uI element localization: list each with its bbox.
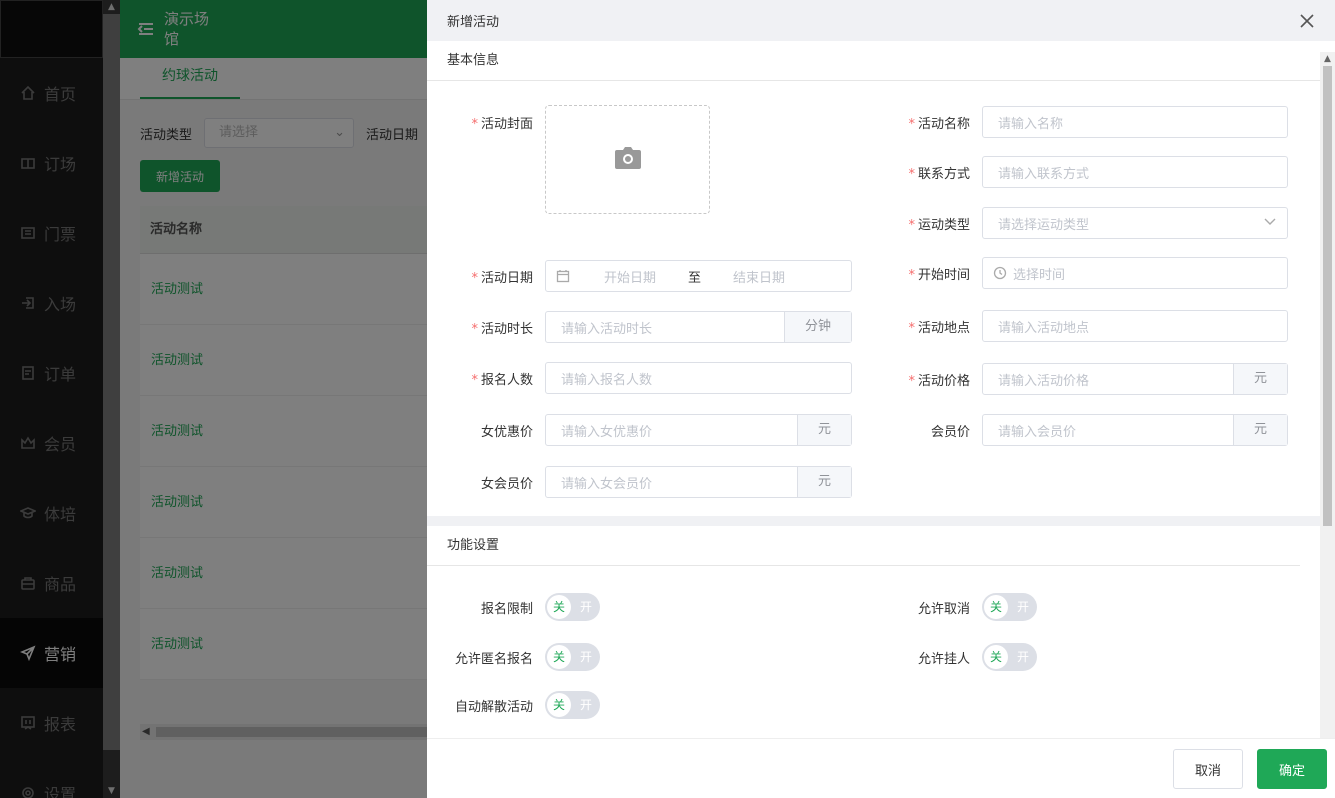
date-start: 开始日期 bbox=[604, 270, 657, 286]
section-features: 功能设置 bbox=[427, 526, 1300, 566]
allow-cancel-label: 允许取消 bbox=[917, 601, 970, 617]
switch-knob: 关 bbox=[547, 645, 571, 669]
signup-limit-switch-field: 报名限制 关 开 bbox=[427, 593, 600, 621]
allow-hold-label: 允许挂人 bbox=[917, 651, 970, 667]
allow-cancel-switch[interactable]: 关 开 bbox=[982, 593, 1037, 621]
date-end: 结束日期 bbox=[733, 270, 786, 286]
price-input[interactable]: 请输入活动价格 元 bbox=[982, 363, 1288, 395]
female-member-price-field: 女会员价 请输入女会员价 元 bbox=[427, 466, 852, 498]
female-discount-unit: 元 bbox=[797, 415, 851, 445]
calendar-icon bbox=[556, 269, 570, 283]
allow-cancel-switch-field: 允许取消 关 开 bbox=[864, 593, 1037, 621]
allow-anonymous-switch[interactable]: 关 开 bbox=[545, 643, 600, 671]
switch-knob: 关 bbox=[547, 693, 571, 717]
female-member-price-input[interactable]: 请输入女会员价 元 bbox=[545, 466, 852, 498]
scroll-up-arrow[interactable]: ▲ bbox=[1320, 52, 1335, 66]
female-member-price-label: 女会员价 bbox=[480, 476, 533, 492]
contact-label: * 联系方式 bbox=[908, 166, 970, 182]
name-field: * 活动名称 请输入名称 bbox=[864, 106, 1288, 138]
auto-dissolve-label: 自动解散活动 bbox=[454, 699, 533, 715]
cover-field: * 活动封面 bbox=[427, 105, 710, 214]
duration-label: * 活动时长 bbox=[471, 321, 533, 337]
camera-icon bbox=[614, 146, 641, 173]
switch-on-text: 开 bbox=[579, 698, 592, 712]
switch-knob: 关 bbox=[984, 645, 1008, 669]
allow-hold-switch[interactable]: 关 开 bbox=[982, 643, 1037, 671]
contact-input[interactable]: 请输入联系方式 bbox=[982, 156, 1288, 188]
member-price-input[interactable]: 请输入会员价 元 bbox=[982, 414, 1288, 446]
clock-icon bbox=[993, 266, 1007, 280]
signup-limit-label: 报名限制 bbox=[480, 601, 533, 617]
start-time-placeholder: 选择时间 bbox=[1013, 267, 1066, 283]
member-price-field: 会员价 请输入会员价 元 bbox=[864, 414, 1288, 446]
scrollbar-thumb[interactable] bbox=[1323, 66, 1332, 526]
price-field: * 活动价格 请输入活动价格 元 bbox=[864, 363, 1288, 395]
member-price-unit: 元 bbox=[1233, 415, 1287, 445]
sport-type-field: * 运动类型 请选择运动类型 bbox=[864, 207, 1288, 239]
drawer-header: 新增活动 bbox=[427, 0, 1335, 41]
section-divider bbox=[427, 516, 1320, 526]
cover-upload[interactable] bbox=[545, 105, 710, 214]
price-unit: 元 bbox=[1233, 364, 1287, 394]
contact-field: * 联系方式 请输入联系方式 bbox=[864, 156, 1288, 188]
chevron-down-icon bbox=[1263, 214, 1277, 228]
sport-type-select[interactable]: 请选择运动类型 bbox=[982, 207, 1288, 239]
date-label: * 活动日期 bbox=[471, 270, 533, 286]
sport-type-label: * 运动类型 bbox=[908, 217, 970, 233]
drawer-title: 新增活动 bbox=[447, 15, 500, 30]
date-separator: 至 bbox=[688, 270, 702, 286]
name-input[interactable]: 请输入名称 bbox=[982, 106, 1288, 138]
female-discount-label: 女优惠价 bbox=[480, 424, 533, 440]
drawer-body: 基本信息 * 活动封面 * 活动名称 请输入名称 * 联系方式 请输入联系方式 * 运动… bbox=[427, 41, 1320, 738]
auto-dissolve-switch-field: 自动解散活动 关 开 bbox=[427, 691, 600, 719]
drawer-scrollbar[interactable]: ▲ bbox=[1320, 52, 1335, 738]
start-time-field: * 开始时间 选择时间 bbox=[864, 257, 1288, 289]
date-range-picker[interactable]: 开始日期 至 结束日期 bbox=[545, 260, 852, 292]
switch-knob: 关 bbox=[547, 595, 571, 619]
switch-knob: 关 bbox=[984, 595, 1008, 619]
start-time-label: * 开始时间 bbox=[908, 267, 970, 283]
location-input[interactable]: 请输入活动地点 bbox=[982, 310, 1288, 342]
start-time-picker[interactable]: 选择时间 bbox=[982, 257, 1288, 289]
switch-on-text: 开 bbox=[579, 600, 592, 614]
signup-limit-switch[interactable]: 关 开 bbox=[545, 593, 600, 621]
signup-count-label: * 报名人数 bbox=[471, 372, 533, 388]
female-discount-input[interactable]: 请输入女优惠价 元 bbox=[545, 414, 852, 446]
switch-on-text: 开 bbox=[1016, 650, 1029, 664]
female-discount-field: 女优惠价 请输入女优惠价 元 bbox=[427, 414, 852, 446]
allow-anonymous-switch-field: 允许匿名报名 关 开 bbox=[427, 643, 600, 671]
allow-anonymous-label: 允许匿名报名 bbox=[454, 651, 533, 667]
member-price-label: 会员价 bbox=[930, 424, 970, 440]
drawer-footer: 取消 确定 bbox=[427, 738, 1335, 798]
duration-field: * 活动时长 请输入活动时长 分钟 bbox=[427, 311, 852, 343]
duration-unit: 分钟 bbox=[784, 312, 851, 342]
location-label: * 活动地点 bbox=[908, 320, 970, 336]
add-activity-drawer: 新增活动 基本信息 * 活动封面 * 活动名称 请输入名称 * 联系方式 请输入联系方… bbox=[427, 0, 1335, 798]
signup-count-field: * 报名人数 请输入报名人数 bbox=[427, 362, 852, 394]
close-icon[interactable] bbox=[1299, 13, 1315, 29]
section-basic-info: 基本信息 bbox=[427, 41, 1320, 81]
auto-dissolve-switch[interactable]: 关 开 bbox=[545, 691, 600, 719]
switch-on-text: 开 bbox=[1016, 600, 1029, 614]
cover-label: * 活动封面 bbox=[471, 117, 533, 132]
location-field: * 活动地点 请输入活动地点 bbox=[864, 310, 1288, 342]
switch-on-text: 开 bbox=[579, 650, 592, 664]
cancel-button[interactable]: 取消 bbox=[1173, 749, 1243, 789]
date-field: * 活动日期 开始日期 至 结束日期 bbox=[427, 260, 852, 292]
duration-input[interactable]: 请输入活动时长 分钟 bbox=[545, 311, 852, 343]
allow-hold-switch-field: 允许挂人 关 开 bbox=[864, 643, 1037, 671]
price-label: * 活动价格 bbox=[908, 373, 970, 389]
confirm-button[interactable]: 确定 bbox=[1257, 749, 1327, 789]
female-member-price-unit: 元 bbox=[797, 467, 851, 497]
signup-count-input[interactable]: 请输入报名人数 bbox=[545, 362, 852, 394]
name-label: * 活动名称 bbox=[908, 116, 970, 132]
